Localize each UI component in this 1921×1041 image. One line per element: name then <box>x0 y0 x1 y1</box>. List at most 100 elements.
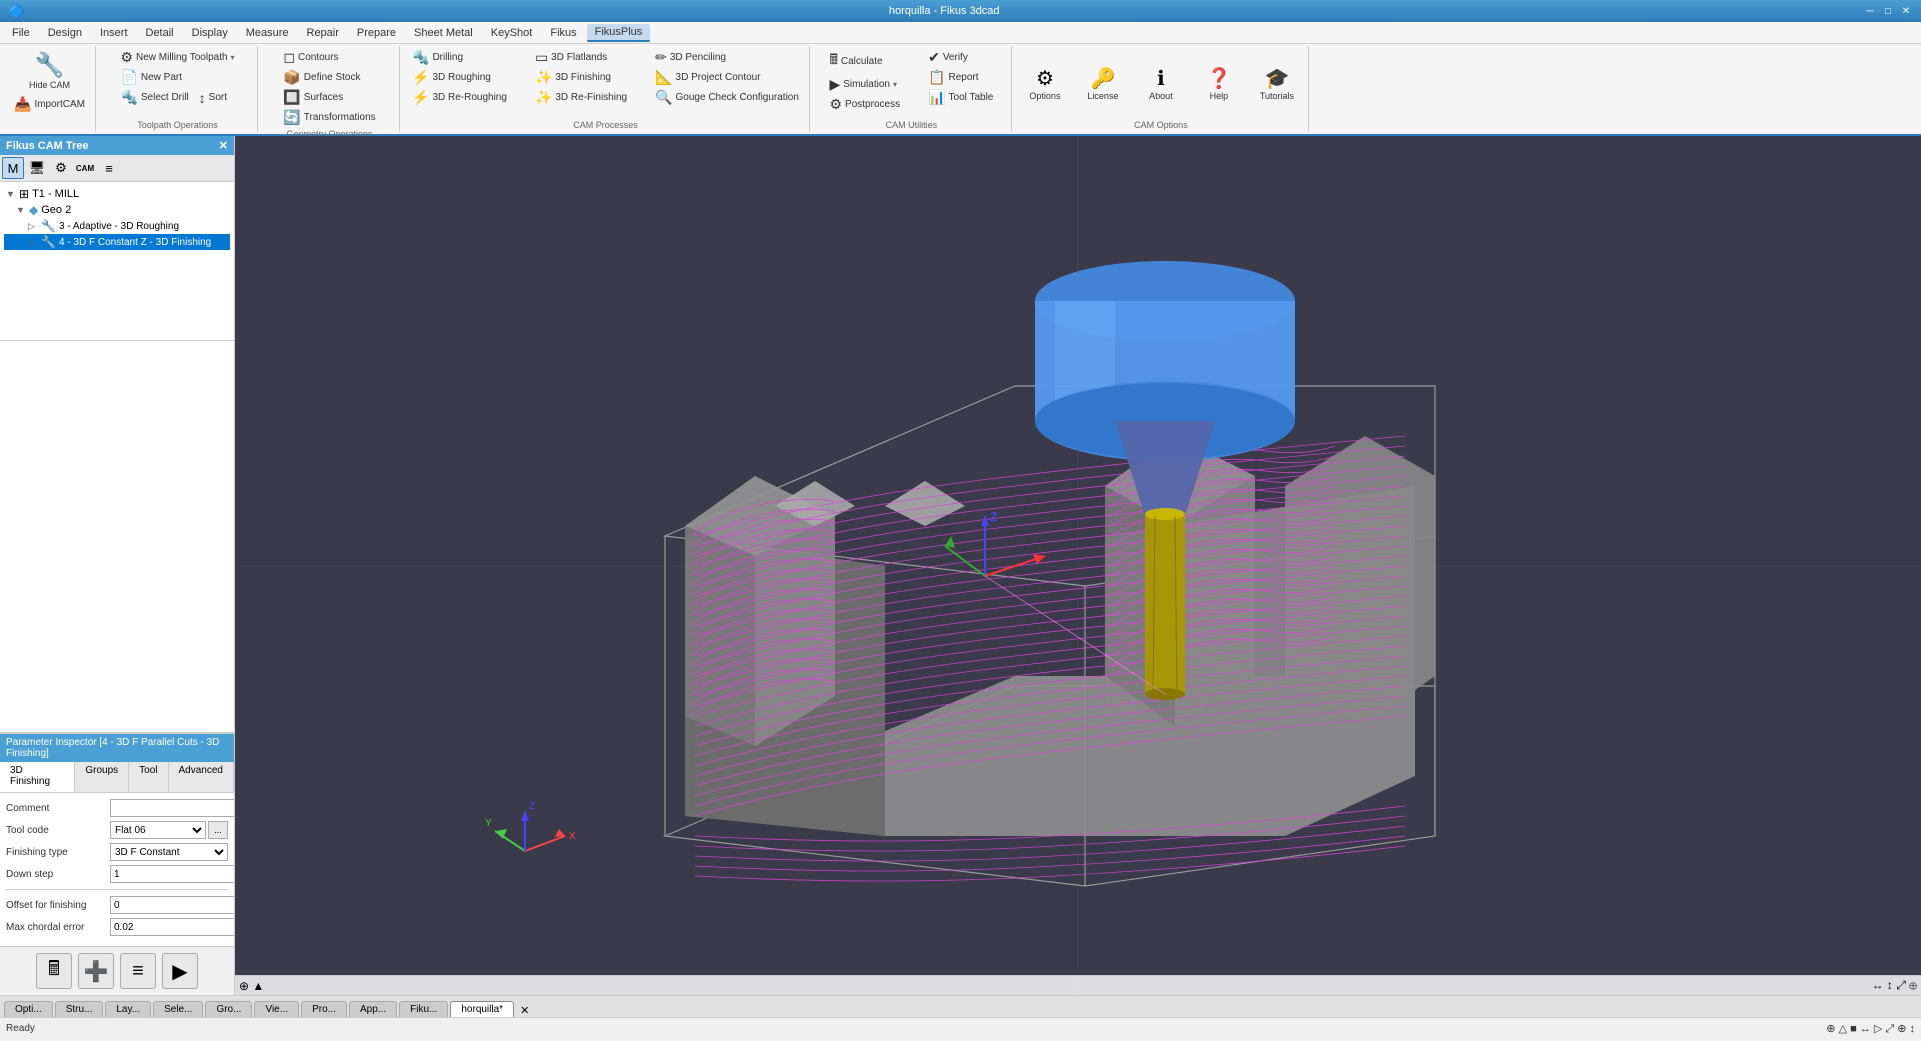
tree-tool-mill[interactable]: M <box>2 157 24 179</box>
select-drill-button[interactable]: 🔩 Select Drill <box>116 88 192 107</box>
tab-tool[interactable]: Tool <box>129 762 168 792</box>
tree-tool-screen[interactable]: 🖥 <box>26 157 48 179</box>
menu-measure[interactable]: Measure <box>238 25 297 41</box>
op4-expand-icon: ▷ <box>28 237 38 248</box>
comment-input[interactable] <box>110 799 234 817</box>
drilling-button[interactable]: 🔩 Drilling <box>408 48 511 67</box>
about-button[interactable]: ℹ About <box>1136 63 1186 104</box>
menu-design[interactable]: Design <box>40 25 90 41</box>
tree-tool-cam[interactable]: CAM <box>74 157 96 179</box>
surfaces-button[interactable]: 🔲 Surfaces <box>279 88 379 107</box>
options-button[interactable]: ⚙ Options <box>1020 63 1070 104</box>
report-button[interactable]: 📋 Report <box>924 68 997 87</box>
simulate-action-button[interactable]: ▶ <box>162 953 198 989</box>
viewport-nav-icons[interactable]: ↔ ↕ ⤢ ⊕ <box>1872 978 1917 993</box>
3d-roughing-button[interactable]: ⚡ 3D Roughing <box>408 68 511 87</box>
tree-item-op4[interactable]: ▷ 🔧 4 - 3D F Constant Z - 3D Finishing <box>4 234 230 250</box>
status-icons-right: ⊕ △ ■ ↔ ▷ ⤢ ⊕ ↕ <box>1826 1022 1915 1036</box>
3d-finishing-label: 3D Finishing <box>555 72 611 83</box>
toolpath-group-label: Toolpath Operations <box>137 118 218 130</box>
tab-view[interactable]: Vie... <box>254 1001 299 1017</box>
3d-re-finishing-icon: ✨ <box>535 89 552 106</box>
tutorials-button[interactable]: 🎓 Tutorials <box>1252 63 1302 104</box>
bottom-tabs: Opti... Stru... Lay... Sele... Gro... Vi… <box>0 995 1921 1017</box>
toolcode-browse-button[interactable]: ... <box>208 821 228 839</box>
tree-item-geo2[interactable]: ▼ ◆ Geo 2 <box>4 202 230 218</box>
viewport[interactable]: Z Y X Z <box>235 136 1921 995</box>
3d-re-roughing-button[interactable]: ⚡ 3D Re-Roughing <box>408 88 511 107</box>
minimize-button[interactable]: ─ <box>1863 4 1877 18</box>
menu-sheet-metal[interactable]: Sheet Metal <box>406 25 481 41</box>
3d-project-contour-button[interactable]: 📐 3D Project Contour <box>651 68 803 87</box>
add-action-button[interactable]: ➕ <box>78 953 114 989</box>
calculate-action-button[interactable]: 🖩 <box>36 953 72 989</box>
close-button[interactable]: ✕ <box>1899 4 1913 18</box>
import-cam-label: ImportCAM <box>34 99 85 110</box>
toolcode-select[interactable]: Flat 06 <box>110 821 206 839</box>
chordal-input[interactable] <box>110 918 234 936</box>
3d-finishing-button[interactable]: ✨ 3D Finishing <box>531 68 631 87</box>
tab-structure[interactable]: Stru... <box>55 1001 104 1017</box>
verify-button[interactable]: ✔ Verify <box>924 48 997 67</box>
tab-groups[interactable]: Groups <box>75 762 129 792</box>
3d-penciling-label: 3D Penciling <box>670 52 726 63</box>
menu-fikusplus[interactable]: FikusPlus <box>587 24 651 42</box>
maximize-button[interactable]: □ <box>1881 4 1895 18</box>
cam-tree-toolbar: M 🖥 ⚙ CAM ≡ <box>0 155 234 182</box>
tree-tool-table[interactable]: ≡ <box>98 157 120 179</box>
parameters-action-button[interactable]: ≡ <box>120 953 156 989</box>
help-button[interactable]: ❓ Help <box>1194 63 1244 104</box>
report-icon: 📋 <box>928 69 945 86</box>
param-row-down-step: Down step <box>6 865 228 883</box>
tab-options[interactable]: Opti... <box>4 1001 53 1017</box>
sort-button[interactable]: ↕ Sort <box>195 89 231 107</box>
menu-display[interactable]: Display <box>184 25 236 41</box>
transformations-button[interactable]: 🔄 Transformations <box>279 108 379 127</box>
menu-bar: File Design Insert Detail Display Measur… <box>0 22 1921 44</box>
tree-item-t1-mill[interactable]: ▼ ⊞ T1 - MILL <box>4 186 230 202</box>
tab-fiku[interactable]: Fiku... <box>399 1001 448 1017</box>
tool-table-button[interactable]: 📊 Tool Table <box>924 88 997 107</box>
simulation-button[interactable]: ▶ Simulation ▾ <box>825 75 904 94</box>
tab-3d-finishing[interactable]: 3D Finishing <box>0 762 75 792</box>
3d-roughing-icon: ⚡ <box>412 69 429 86</box>
tree-tool-gear[interactable]: ⚙ <box>50 157 72 179</box>
tab-selection[interactable]: Sele... <box>153 1001 203 1017</box>
menu-keyshot[interactable]: KeyShot <box>483 25 541 41</box>
3d-re-finishing-button[interactable]: ✨ 3D Re-Finishing <box>531 88 631 107</box>
op4-icon: 🔧 <box>41 235 56 249</box>
import-cam-button[interactable]: 📥 ImportCAM <box>10 95 89 114</box>
cam-tree: Fikus CAM Tree ✕ M 🖥 ⚙ CAM ≡ ▼ ⊞ T1 - MI… <box>0 136 234 341</box>
new-part-button[interactable]: 📄 New Part <box>116 68 238 87</box>
tab-close-icon[interactable]: ✕ <box>520 1004 529 1017</box>
menu-insert[interactable]: Insert <box>92 25 136 41</box>
license-button[interactable]: 🔑 License <box>1078 63 1128 104</box>
menu-detail[interactable]: Detail <box>138 25 182 41</box>
hide-cam-button[interactable]: 🔧 Hide CAM <box>25 48 75 93</box>
tab-horquilla[interactable]: horquilla* <box>450 1001 514 1017</box>
gouge-check-button[interactable]: 🔍 Gouge Check Configuration <box>651 88 803 107</box>
menu-repair[interactable]: Repair <box>299 25 347 41</box>
3d-flatlands-button[interactable]: ▭ 3D Flatlands <box>531 48 631 67</box>
tab-pro[interactable]: Pro... <box>301 1001 347 1017</box>
tree-item-op3[interactable]: ▷ 🔧 3 - Adaptive - 3D Roughing <box>4 218 230 234</box>
contours-button[interactable]: ◻ Contours <box>279 48 379 67</box>
cam-tree-close-icon[interactable]: ✕ <box>219 139 228 152</box>
tab-app[interactable]: App... <box>349 1001 397 1017</box>
finishing-type-select[interactable]: 3D F Constant <box>110 843 228 861</box>
define-stock-button[interactable]: 📦 Define Stock <box>279 68 379 87</box>
tab-layers[interactable]: Lay... <box>105 1001 151 1017</box>
down-step-input[interactable] <box>110 865 234 883</box>
menu-fikus[interactable]: Fikus <box>542 25 584 41</box>
menu-prepare[interactable]: Prepare <box>349 25 404 41</box>
select-drill-icon: 🔩 <box>120 89 137 106</box>
new-milling-toolpath-button[interactable]: ⚙ New Milling Toolpath ▾ <box>116 48 238 67</box>
transformations-icon: 🔄 <box>283 109 300 126</box>
offset-input[interactable] <box>110 896 234 914</box>
postprocess-button[interactable]: ⚙ Postprocess <box>825 95 904 114</box>
tab-advanced[interactable]: Advanced <box>169 762 234 792</box>
tab-groups[interactable]: Gro... <box>205 1001 252 1017</box>
menu-file[interactable]: File <box>4 25 38 41</box>
calculate-button[interactable]: 🖩 Calculate <box>825 48 904 74</box>
3d-penciling-button[interactable]: ✏ 3D Penciling <box>651 48 803 67</box>
